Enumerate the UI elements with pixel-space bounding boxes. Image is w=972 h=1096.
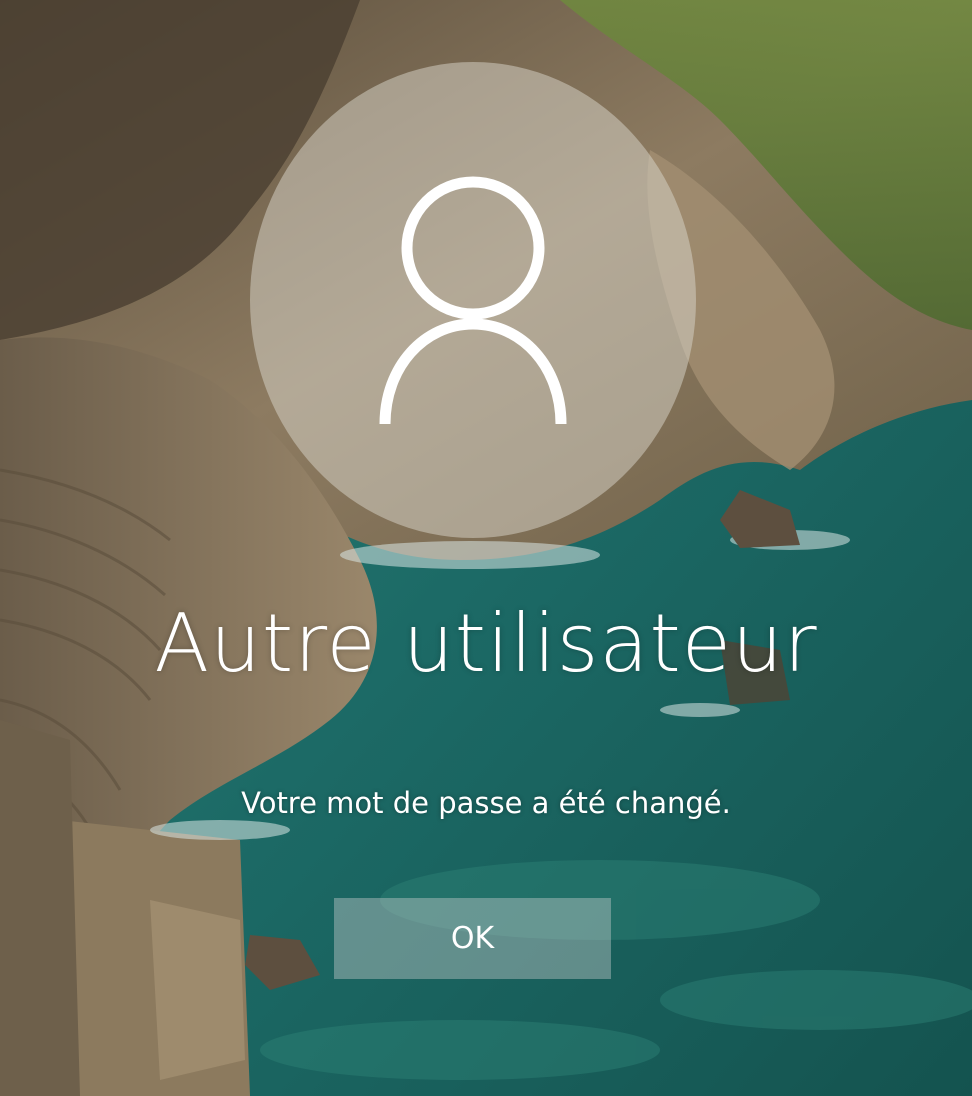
username: Autre utilisateur	[154, 597, 818, 690]
status-message: Votre mot de passe a été changé.	[241, 786, 731, 820]
ok-button[interactable]: OK	[334, 898, 611, 979]
lock-screen: Autre utilisateur Votre mot de passe a é…	[0, 0, 972, 1096]
person-icon	[379, 176, 567, 425]
